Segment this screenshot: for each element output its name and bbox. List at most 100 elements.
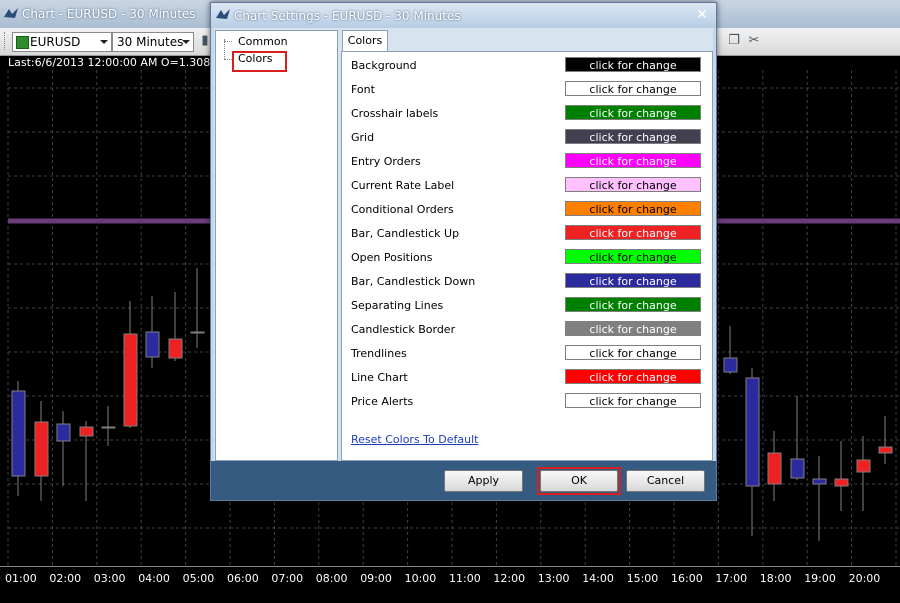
time-tick-label: 19:00 — [804, 572, 836, 585]
app-logo-icon — [4, 8, 18, 18]
color-change-button[interactable]: click for change — [565, 273, 701, 288]
color-row-label: Current Rate Label — [351, 179, 455, 192]
ok-button[interactable]: OK — [540, 470, 618, 492]
color-change-button[interactable]: click for change — [565, 225, 701, 240]
candle-body — [168, 338, 183, 359]
time-tick-label: 11:00 — [449, 572, 481, 585]
dialog-title: Chart Settings - EURUSD - 30 Minutes — [234, 9, 461, 23]
color-row-label: Conditional Orders — [351, 203, 454, 216]
tab-strip: Colors — [341, 30, 711, 52]
candle-body — [812, 478, 827, 485]
color-change-button[interactable]: click for change — [565, 129, 701, 144]
timeframe-select[interactable]: 30 Minutes — [112, 32, 194, 52]
time-tick-label: 06:00 — [227, 572, 259, 585]
selection-highlight — [232, 51, 287, 72]
currency-flag-icon — [16, 36, 29, 49]
chart-window-title: Chart - EURUSD - 30 Minutes — [22, 7, 196, 21]
tab-colors[interactable]: Colors — [342, 30, 388, 52]
notes-icon[interactable]: ❐ — [726, 33, 742, 49]
time-tick-label: 04:00 — [138, 572, 170, 585]
candle-body — [11, 390, 26, 477]
color-row-label: Entry Orders — [351, 155, 421, 168]
color-row-label: Bar, Candlestick Down — [351, 275, 476, 288]
color-row-label: Crosshair labels — [351, 107, 439, 120]
chart-settings-dialog: Chart Settings - EURUSD - 30 Minutes ✕ C… — [210, 2, 717, 501]
time-tick-label: 17:00 — [715, 572, 748, 585]
tree-connector — [224, 41, 232, 42]
candle-body — [190, 331, 205, 334]
time-axis: 01:00 02:00 03:00 04:00 05:00 06:00 07:00 08:00… — [0, 566, 900, 603]
chevron-down-icon — [182, 40, 190, 44]
color-row-label: Separating Lines — [351, 299, 444, 312]
color-row-label: Line Chart — [351, 371, 408, 384]
close-icon[interactable]: ✕ — [694, 7, 710, 23]
color-change-button[interactable]: click for change — [565, 249, 701, 264]
candle-body — [834, 478, 849, 487]
color-change-button[interactable]: click for change — [565, 105, 701, 120]
time-tick-label: 09:00 — [360, 572, 392, 585]
color-change-button[interactable]: click for change — [565, 177, 701, 192]
colors-panel: Background click for change Font click for … — [341, 51, 713, 461]
time-tick-label: 10:00 — [404, 572, 437, 585]
candle-body — [745, 377, 760, 487]
color-change-button[interactable]: click for change — [565, 297, 701, 312]
time-tick-label: 03:00 — [93, 572, 126, 585]
dialog-footer: Apply OK Cancel — [211, 461, 716, 500]
apply-button[interactable]: Apply — [444, 470, 523, 492]
tree-item-common[interactable]: Common — [238, 35, 288, 48]
candle-body — [723, 357, 738, 373]
dialog-body: Common Colors Colors Background click for… — [214, 28, 713, 461]
tools-icon[interactable]: ✂ — [746, 33, 762, 49]
time-tick-label: 12:00 — [493, 572, 526, 585]
time-tick-label: 18:00 — [759, 572, 792, 585]
time-tick-label: 02:00 — [49, 572, 82, 585]
color-change-button[interactable]: click for change — [565, 81, 701, 96]
time-tick-label: 07:00 — [271, 572, 304, 585]
time-tick-label: 05:00 — [182, 572, 215, 585]
reset-colors-link[interactable]: Reset Colors To Default — [351, 433, 478, 446]
cancel-button[interactable]: Cancel — [626, 470, 705, 492]
color-change-button[interactable]: click for change — [565, 201, 701, 216]
symbol-value: EURUSD — [30, 35, 81, 49]
color-change-button[interactable]: click for change — [565, 345, 701, 360]
chevron-down-icon — [100, 40, 108, 44]
time-tick-label: 20:00 — [848, 572, 881, 585]
candle-body — [878, 446, 893, 454]
color-change-button[interactable]: click for change — [565, 57, 701, 72]
color-change-button[interactable]: click for change — [565, 321, 701, 336]
candle-body — [101, 426, 116, 429]
color-row-label: Open Positions — [351, 251, 433, 264]
color-change-button[interactable]: click for change — [565, 369, 701, 384]
color-change-button[interactable]: click for change — [565, 393, 701, 408]
candle-body — [123, 333, 138, 427]
candle-body — [790, 458, 805, 479]
toolbar-grip[interactable] — [4, 32, 8, 50]
timeframe-value: 30 Minutes — [117, 35, 184, 49]
candle-body — [56, 423, 71, 442]
color-row-label: Bar, Candlestick Up — [351, 227, 460, 240]
settings-tree: Common Colors — [215, 30, 338, 461]
tree-connector — [224, 39, 225, 59]
time-tick-label: 15:00 — [626, 572, 659, 585]
color-row-label: Background — [351, 59, 417, 72]
candle-body — [767, 452, 782, 485]
time-tick-label: 01:00 — [5, 572, 37, 585]
dialog-titlebar[interactable]: Chart Settings - EURUSD - 30 Minutes ✕ — [211, 3, 716, 28]
time-tick-label: 14:00 — [582, 572, 614, 585]
color-change-button[interactable]: click for change — [565, 153, 701, 168]
time-tick-label: 08:00 — [315, 572, 348, 585]
symbol-select[interactable]: EURUSD — [12, 32, 112, 52]
app-logo-icon — [216, 9, 230, 19]
tree-connector — [224, 59, 232, 60]
color-row-label: Trendlines — [351, 347, 407, 360]
candle-body — [34, 421, 49, 477]
candle-body — [79, 426, 94, 437]
ohlc-readout: Last:6/6/2013 12:00:00 AM O=1.30845 H — [8, 56, 237, 69]
candle-body — [856, 459, 871, 473]
candle-body — [145, 331, 160, 358]
color-row-label: Price Alerts — [351, 395, 414, 408]
time-tick-label: 16:00 — [671, 572, 703, 585]
color-row-label: Candlestick Border — [351, 323, 456, 336]
time-tick-label: 13:00 — [537, 572, 570, 585]
color-row-label: Font — [351, 83, 375, 96]
